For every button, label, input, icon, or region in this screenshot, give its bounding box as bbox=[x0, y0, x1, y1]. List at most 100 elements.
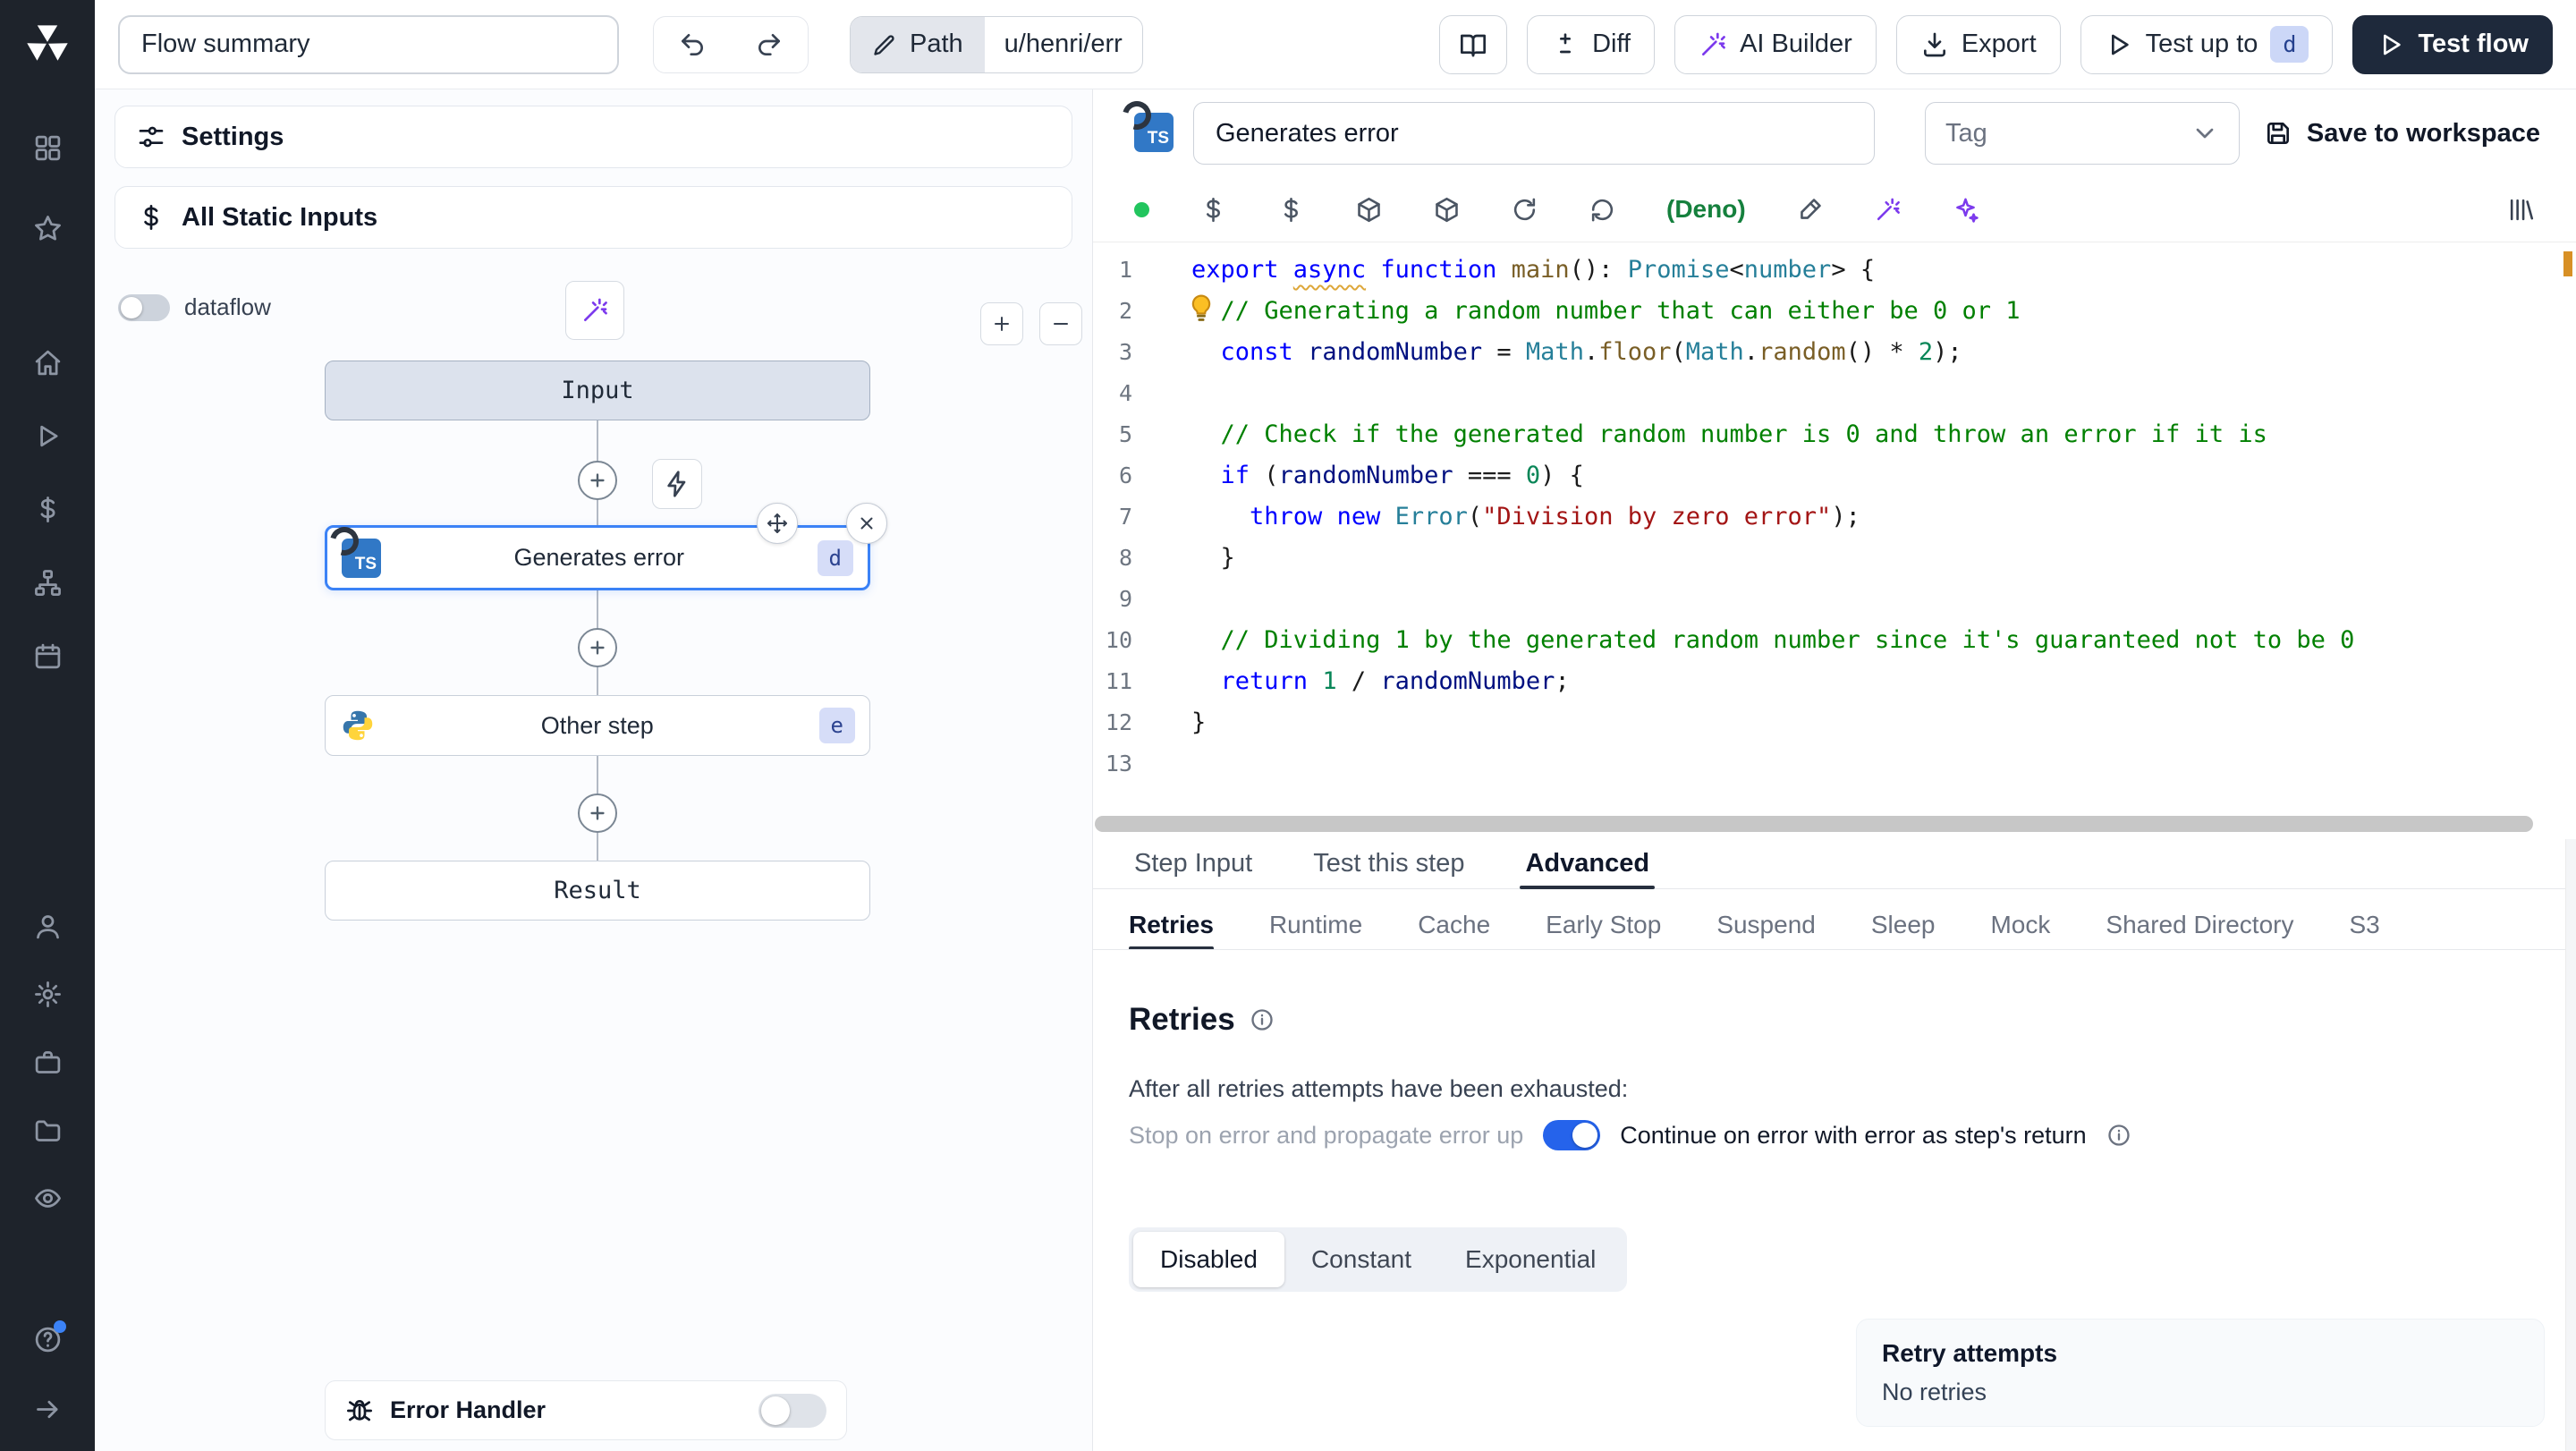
export-button[interactable]: Export bbox=[1895, 14, 2061, 74]
continue-on-error-label[interactable]: Continue on error with error as step's r… bbox=[1620, 1122, 2086, 1150]
settings-button[interactable]: Settings bbox=[114, 106, 1072, 168]
format-button[interactable] bbox=[1796, 196, 1824, 224]
code-lines[interactable]: export async function main(): Promise<nu… bbox=[1191, 250, 2549, 785]
zoom-out-button[interactable] bbox=[1039, 302, 1082, 345]
subtab-early-stop[interactable]: Early Stop bbox=[1546, 900, 1661, 949]
history-button[interactable] bbox=[1589, 196, 1616, 224]
home-icon[interactable] bbox=[27, 342, 68, 383]
docs-button[interactable] bbox=[1439, 14, 1508, 74]
variables-icon[interactable] bbox=[27, 488, 68, 530]
retry-mode-disabled[interactable]: Disabled bbox=[1133, 1232, 1284, 1287]
users-icon[interactable] bbox=[27, 905, 68, 946]
diff-button[interactable]: Diff bbox=[1527, 14, 1656, 74]
insert-step-button-1[interactable] bbox=[578, 461, 617, 500]
ai-sparkle-button[interactable] bbox=[1952, 196, 1979, 224]
path-control[interactable]: Path u/henri/err bbox=[850, 15, 1143, 73]
subtab-suspend[interactable]: Suspend bbox=[1716, 900, 1816, 949]
schedules-icon[interactable] bbox=[27, 635, 68, 676]
flow-node-other-step[interactable]: Other step e bbox=[325, 695, 870, 756]
help-icon[interactable] bbox=[27, 1319, 68, 1360]
tab-step-input[interactable]: Step Input bbox=[1104, 839, 1283, 888]
subtab-mock[interactable]: Mock bbox=[1990, 900, 2050, 949]
move-step-button[interactable] bbox=[757, 503, 798, 544]
path-value: u/henri/err bbox=[1004, 30, 1123, 58]
subtab-runtime[interactable]: Runtime bbox=[1269, 900, 1362, 949]
info-icon[interactable] bbox=[1250, 1007, 1275, 1032]
folders-icon[interactable] bbox=[27, 1109, 68, 1150]
flow-summary-input[interactable] bbox=[118, 14, 619, 74]
undo-button[interactable] bbox=[654, 17, 731, 72]
runs-icon[interactable] bbox=[27, 415, 68, 456]
subtab-cache[interactable]: Cache bbox=[1418, 900, 1490, 949]
notification-dot bbox=[54, 1320, 66, 1333]
delete-step-button[interactable] bbox=[846, 503, 887, 544]
insert-step-button-3[interactable] bbox=[578, 793, 617, 833]
tag-select[interactable]: Tag bbox=[1925, 102, 2240, 165]
info-icon[interactable] bbox=[2106, 1123, 2131, 1148]
path-edit-segment[interactable]: Path bbox=[851, 16, 985, 72]
step-label: Generates error bbox=[513, 544, 685, 571]
lightbulb-icon[interactable] bbox=[1186, 293, 1216, 323]
windmill-logo[interactable] bbox=[21, 18, 73, 70]
workers-icon[interactable] bbox=[27, 1041, 68, 1082]
error-handler-row[interactable]: Error Handler bbox=[325, 1380, 847, 1440]
subtab-retries[interactable]: Retries bbox=[1129, 900, 1214, 949]
subtab-sleep[interactable]: Sleep bbox=[1871, 900, 1936, 949]
bolt-icon bbox=[663, 470, 691, 498]
stop-on-error-label[interactable]: Stop on error and propagate error up bbox=[1129, 1122, 1523, 1150]
resources-icon[interactable] bbox=[27, 562, 68, 603]
ai-edit-button[interactable] bbox=[1874, 196, 1902, 224]
library-button[interactable] bbox=[2507, 196, 2535, 224]
error-handler-toggle[interactable] bbox=[758, 1393, 826, 1428]
panel-scrollbar[interactable] bbox=[2565, 839, 2576, 1451]
add-resource-button[interactable] bbox=[1277, 196, 1305, 224]
favorites-icon[interactable] bbox=[27, 208, 68, 249]
sidebar-group-top bbox=[27, 127, 68, 249]
ai-flow-wand-button[interactable] bbox=[565, 281, 624, 340]
test-flow-button[interactable]: Test flow bbox=[2352, 14, 2553, 74]
reload-button[interactable] bbox=[1511, 196, 1538, 224]
expand-sidebar-icon[interactable] bbox=[27, 1388, 68, 1430]
package-button[interactable] bbox=[1355, 196, 1383, 224]
insert-step-button-2[interactable] bbox=[578, 628, 617, 667]
flow-node-input[interactable]: Input bbox=[325, 361, 870, 420]
retry-mode-constant[interactable]: Constant bbox=[1284, 1232, 1438, 1287]
trigger-button[interactable] bbox=[652, 459, 702, 509]
lsp-status-dot bbox=[1134, 201, 1149, 217]
horizontal-scrollbar[interactable] bbox=[1093, 816, 2555, 832]
retry-mode-exponential[interactable]: Exponential bbox=[1438, 1232, 1623, 1287]
subtab-s3[interactable]: S3 bbox=[2349, 900, 2379, 949]
step-editor-panel: TS Tag Save to workspace (Deno) 12345678… bbox=[1093, 89, 2576, 1451]
step-id-badge: d bbox=[817, 539, 853, 576]
scrollbar-thumb[interactable] bbox=[1095, 816, 2533, 832]
error-behavior-row: Stop on error and propagate error up Con… bbox=[1129, 1120, 2131, 1150]
package-lock-button[interactable] bbox=[1433, 196, 1461, 224]
tab-advanced[interactable]: Advanced bbox=[1495, 839, 1680, 889]
test-flow-label: Test flow bbox=[2418, 30, 2529, 58]
settings-gear-icon[interactable] bbox=[27, 973, 68, 1014]
dollar-icon bbox=[137, 203, 165, 232]
redo-button[interactable] bbox=[731, 17, 808, 72]
all-static-inputs-button[interactable]: All Static Inputs bbox=[114, 186, 1072, 249]
ai-builder-button[interactable]: AI Builder bbox=[1674, 14, 1877, 74]
ts-icon-label: TS bbox=[1147, 129, 1169, 148]
step-name-input[interactable] bbox=[1193, 102, 1875, 165]
test-up-to-button[interactable]: Test up to d bbox=[2080, 14, 2334, 74]
editor-toolbar: (Deno) bbox=[1134, 186, 2535, 233]
zoom-in-button[interactable] bbox=[980, 302, 1023, 345]
advanced-subtabs: Retries Runtime Cache Early Stop Suspend… bbox=[1093, 900, 2576, 950]
code-editor[interactable]: 1 2 3 4 5 6 7 8 9 10 11 12 13 export async function … bbox=[1093, 242, 2576, 814]
sliders-icon bbox=[137, 123, 165, 151]
flow-node-result[interactable]: Result bbox=[325, 861, 870, 921]
save-to-workspace-button[interactable]: Save to workspace bbox=[2264, 102, 2540, 165]
dataflow-toggle[interactable] bbox=[118, 293, 170, 321]
subtab-shared-directory[interactable]: Shared Directory bbox=[2106, 900, 2293, 949]
sidebar-group-admin bbox=[27, 905, 68, 1218]
add-variable-button[interactable] bbox=[1199, 196, 1227, 224]
tab-test-this-step[interactable]: Test this step bbox=[1283, 839, 1495, 888]
continue-on-error-toggle[interactable] bbox=[1543, 1120, 1601, 1150]
audit-logs-icon[interactable] bbox=[27, 1177, 68, 1218]
apps-icon[interactable] bbox=[27, 127, 68, 168]
flow-graph-panel: Settings All Static Inputs dataflow Inpu… bbox=[95, 89, 1093, 1451]
retry-mode-segmented: Disabled Constant Exponential bbox=[1129, 1227, 1628, 1292]
